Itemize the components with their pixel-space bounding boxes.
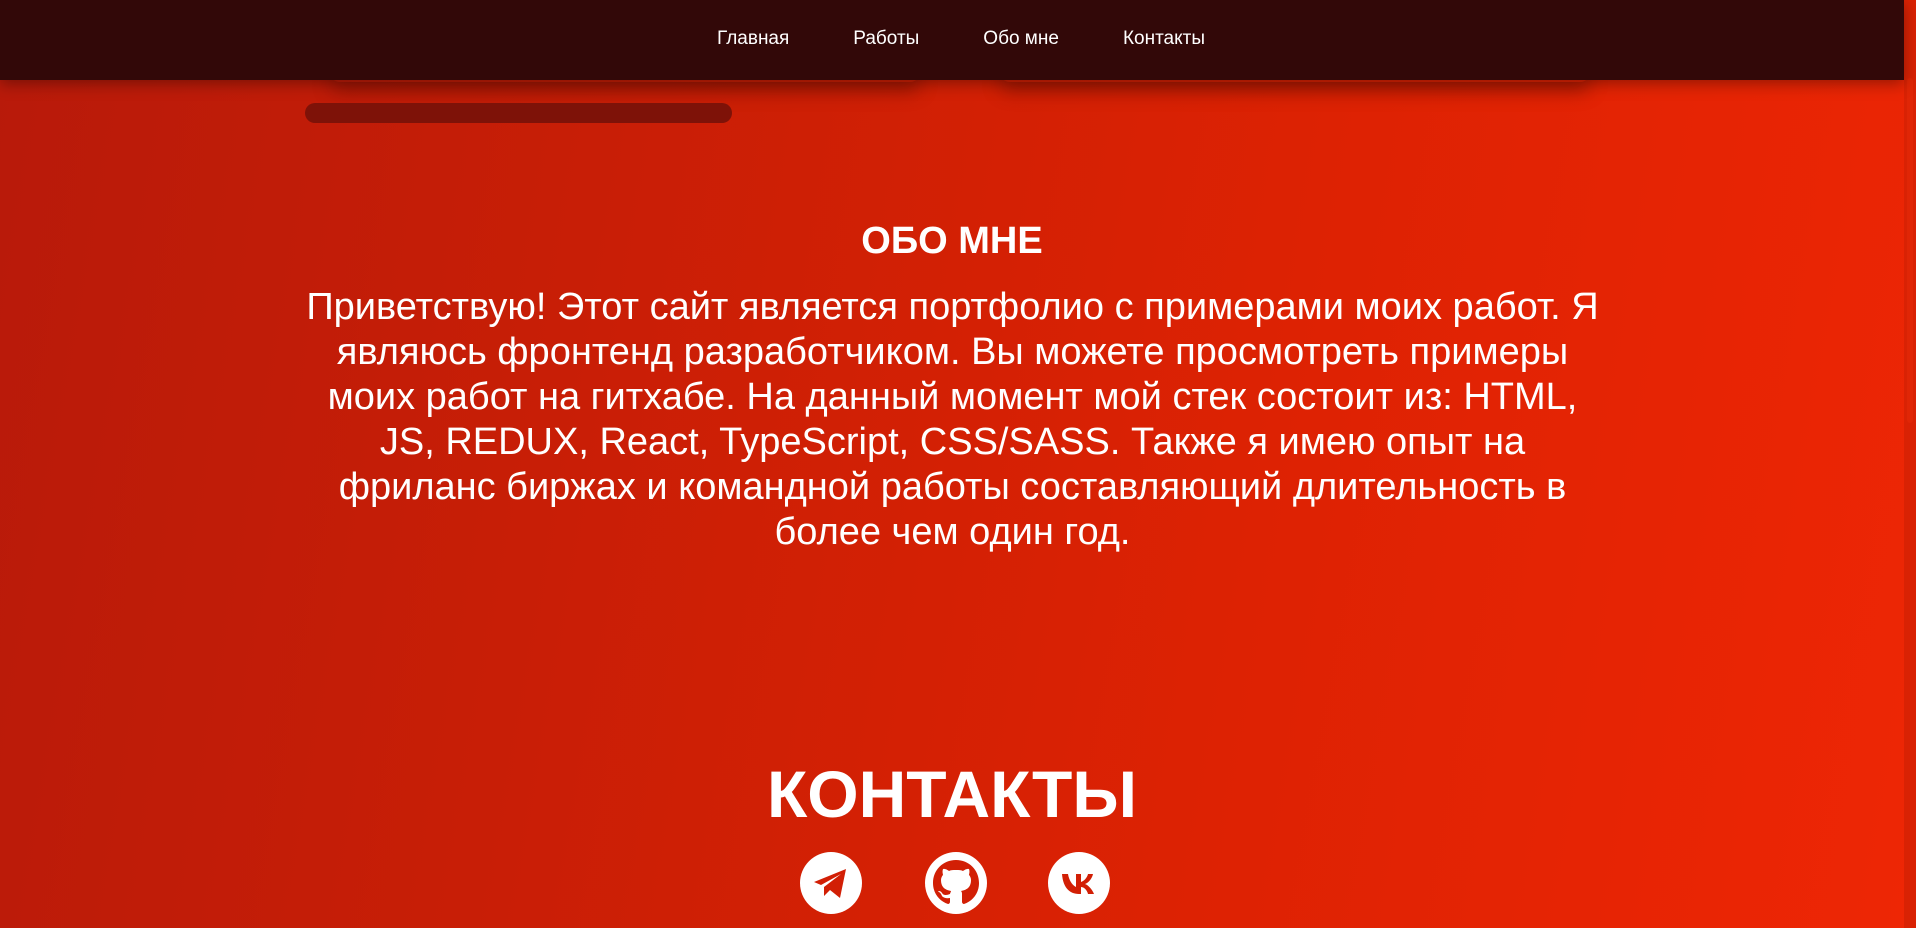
top-navbar: Главная Работы Обо мне Контакты <box>0 0 1904 80</box>
scrollbar[interactable] <box>1904 0 1916 928</box>
github-icon[interactable] <box>925 852 987 914</box>
nav-link-home[interactable]: Главная <box>717 28 789 50</box>
about-text: Приветствую! Этот сайт является портфоли… <box>306 286 1599 553</box>
project-card-bar <box>305 103 732 123</box>
vk-icon[interactable] <box>1048 852 1110 914</box>
nav-menu: Главная Работы Обо мне Контакты <box>0 0 1904 78</box>
contacts-title: КОНТАКТЫ <box>767 757 1137 831</box>
scrollbar-thumb[interactable] <box>1907 78 1913 423</box>
nav-link-works[interactable]: Работы <box>853 28 919 50</box>
nav-link-contacts[interactable]: Контакты <box>1123 28 1205 50</box>
social-links <box>0 852 1904 914</box>
about-title: ОБО МНЕ <box>861 220 1043 262</box>
nav-link-about[interactable]: Обо мне <box>983 28 1059 50</box>
telegram-icon[interactable] <box>800 852 862 914</box>
